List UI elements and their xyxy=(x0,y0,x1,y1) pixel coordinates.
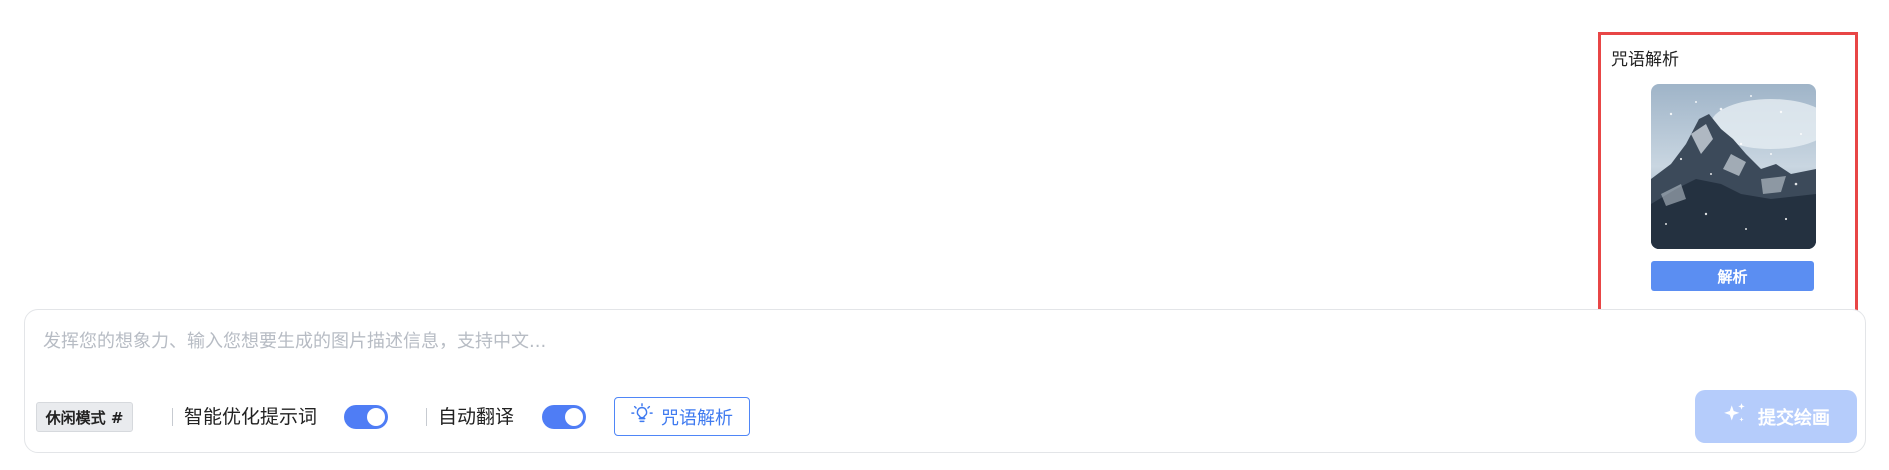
submit-drawing-label: 提交绘画 xyxy=(1758,407,1830,429)
smart-optimize-label: 智能优化提示词 xyxy=(184,406,318,428)
spell-analysis-label: 咒语解析 xyxy=(661,407,733,429)
prompt-toolbar: 休闲模式 # 智能优化提示词 自动翻译 咒语解析 xyxy=(25,310,1865,452)
popover-title: 咒语解析 xyxy=(1611,50,1679,70)
analyze-button[interactable]: 解析 xyxy=(1651,261,1814,291)
spell-analysis-button[interactable]: 咒语解析 xyxy=(614,397,750,436)
auto-translate-toggle[interactable] xyxy=(542,405,586,429)
separator xyxy=(426,408,427,426)
separator xyxy=(172,408,173,426)
smart-optimize-toggle[interactable] xyxy=(344,405,388,429)
prompt-panel: 休闲模式 # 智能优化提示词 自动翻译 咒语解析 xyxy=(24,309,1866,453)
spell-analysis-popover: 咒语解析 解析 xyxy=(1598,32,1858,317)
sparkle-icon xyxy=(1722,401,1748,432)
toggle-knob xyxy=(565,408,583,426)
auto-translate-label: 自动翻译 xyxy=(438,406,515,428)
mode-chip[interactable]: 休闲模式 # xyxy=(36,402,133,432)
lightbulb-icon xyxy=(631,403,653,430)
uploaded-image-thumbnail[interactable] xyxy=(1651,84,1816,249)
toggle-knob xyxy=(367,408,385,426)
submit-drawing-button[interactable]: 提交绘画 xyxy=(1695,390,1857,443)
